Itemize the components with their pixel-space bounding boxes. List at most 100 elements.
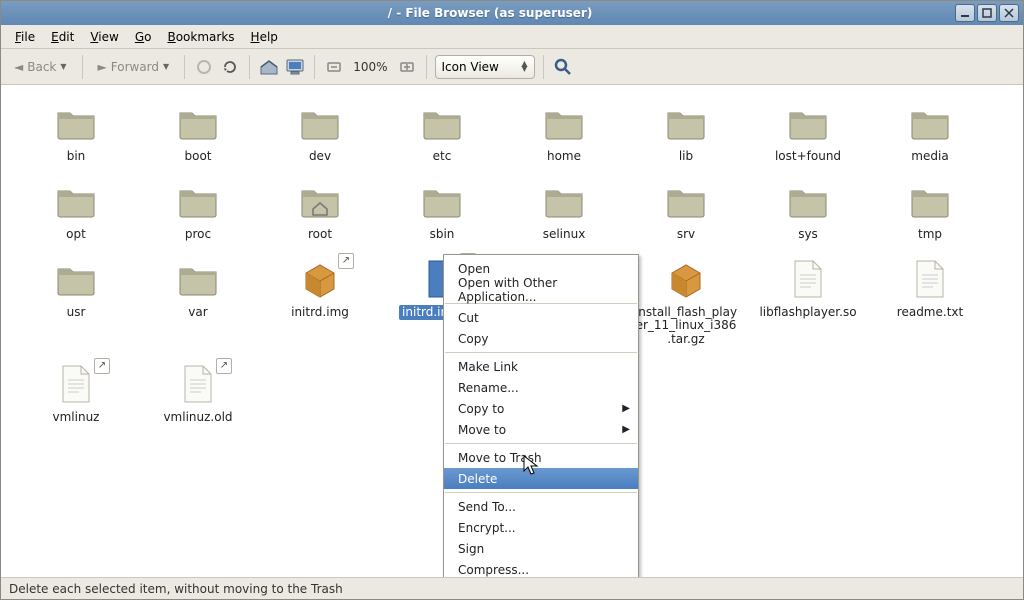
- forward-button[interactable]: ► Forward ▼: [91, 53, 177, 81]
- text-icon: ↗: [52, 360, 100, 408]
- folder-icon: [52, 255, 100, 303]
- cm-copy-to[interactable]: Copy to▶: [444, 398, 638, 419]
- menu-bookmarks[interactable]: Bookmarks: [159, 27, 242, 47]
- computer-button[interactable]: [284, 56, 306, 78]
- file-label: home: [544, 149, 584, 165]
- cm-open-with[interactable]: Open with Other Application...: [444, 279, 638, 300]
- file-label: sbin: [427, 227, 458, 243]
- menu-view[interactable]: View: [82, 27, 126, 47]
- file-item[interactable]: dev: [259, 93, 381, 165]
- file-item[interactable]: proc: [137, 171, 259, 243]
- back-button[interactable]: ◄ Back ▼: [7, 53, 74, 81]
- cm-cut[interactable]: Cut: [444, 307, 638, 328]
- file-item[interactable]: root: [259, 171, 381, 243]
- file-label: selinux: [540, 227, 589, 243]
- file-item[interactable]: libflashplayer.so: [747, 249, 869, 348]
- folder-icon: [784, 177, 832, 225]
- cm-rename[interactable]: Rename...: [444, 377, 638, 398]
- cm-sign[interactable]: Sign: [444, 538, 638, 559]
- minimize-button[interactable]: [955, 4, 975, 22]
- package-icon: [662, 255, 710, 303]
- file-item[interactable]: sys: [747, 171, 869, 243]
- file-item[interactable]: media: [869, 93, 991, 165]
- file-label: bin: [64, 149, 89, 165]
- cm-move-to[interactable]: Move to▶: [444, 419, 638, 440]
- cm-send-to[interactable]: Send To...: [444, 496, 638, 517]
- menu-edit[interactable]: Edit: [43, 27, 82, 47]
- file-item[interactable]: var: [137, 249, 259, 348]
- menu-go[interactable]: Go: [127, 27, 160, 47]
- folder-icon: [662, 177, 710, 225]
- view-mode-select[interactable]: Icon View ▲▼: [435, 55, 535, 79]
- file-label: vmlinuz: [50, 410, 103, 426]
- file-item[interactable]: boot: [137, 93, 259, 165]
- cm-encrypt[interactable]: Encrypt...: [444, 517, 638, 538]
- file-item[interactable]: usr: [15, 249, 137, 348]
- file-label: usr: [64, 305, 89, 321]
- context-menu: Open Open with Other Application... Cut …: [443, 254, 639, 577]
- file-item[interactable]: readme.txt: [869, 249, 991, 348]
- menu-file[interactable]: File: [7, 27, 43, 47]
- menu-help[interactable]: Help: [243, 27, 286, 47]
- file-label: opt: [63, 227, 89, 243]
- text-icon: [784, 255, 832, 303]
- file-item[interactable]: sbin: [381, 171, 503, 243]
- folder-icon: [52, 99, 100, 147]
- text-icon: ↗: [174, 360, 222, 408]
- file-label: initrd.img: [288, 305, 352, 321]
- file-item[interactable]: srv: [625, 171, 747, 243]
- cm-compress[interactable]: Compress...: [444, 559, 638, 577]
- window-controls: [955, 4, 1019, 22]
- folder-icon: [418, 177, 466, 225]
- symlink-emblem-icon: ↗: [338, 253, 354, 269]
- dropdown-icon: ▲▼: [521, 62, 527, 72]
- file-item[interactable]: lost+found: [747, 93, 869, 165]
- menubar: File Edit View Go Bookmarks Help: [1, 25, 1023, 49]
- file-view[interactable]: bin boot dev etc home lib lost+found: [1, 85, 1023, 577]
- file-item[interactable]: lib: [625, 93, 747, 165]
- cm-delete[interactable]: Delete: [444, 468, 638, 489]
- back-label: Back: [27, 60, 56, 74]
- forward-label: Forward: [111, 60, 159, 74]
- symlink-emblem-icon: ↗: [94, 358, 110, 374]
- cm-copy[interactable]: Copy: [444, 328, 638, 349]
- home-button[interactable]: [258, 56, 280, 78]
- file-label: srv: [674, 227, 698, 243]
- file-label: var: [185, 305, 210, 321]
- submenu-arrow-icon: ▶: [622, 403, 630, 414]
- window-title: / - File Browser (as superuser): [25, 6, 955, 20]
- maximize-button[interactable]: [977, 4, 997, 22]
- file-label: lost+found: [772, 149, 844, 165]
- cm-move-to-trash[interactable]: Move to Trash: [444, 447, 638, 468]
- reload-button[interactable]: [219, 56, 241, 78]
- text-icon: [906, 255, 954, 303]
- folder-icon: [540, 177, 588, 225]
- zoom-out-button[interactable]: [323, 56, 345, 78]
- titlebar[interactable]: / - File Browser (as superuser): [1, 1, 1023, 25]
- file-item[interactable]: tmp: [869, 171, 991, 243]
- file-item[interactable]: ↗ initrd.img: [259, 249, 381, 348]
- file-label: dev: [306, 149, 334, 165]
- folder-icon: [296, 99, 344, 147]
- toolbar: ◄ Back ▼ ► Forward ▼ 100% Icon View ▲▼: [1, 49, 1023, 85]
- file-item[interactable]: selinux: [503, 171, 625, 243]
- folder-icon: [906, 99, 954, 147]
- file-label: boot: [181, 149, 214, 165]
- cm-make-link[interactable]: Make Link: [444, 356, 638, 377]
- zoom-in-button[interactable]: [396, 56, 418, 78]
- folder-icon: [418, 99, 466, 147]
- file-item[interactable]: etc: [381, 93, 503, 165]
- file-item[interactable]: install_flash_player_11_linux_i386.tar.g…: [625, 249, 747, 348]
- stop-button[interactable]: [193, 56, 215, 78]
- file-item[interactable]: ↗ vmlinuz: [15, 354, 137, 426]
- file-item[interactable]: ↗vmlinuz.old: [137, 354, 259, 426]
- file-item[interactable]: bin: [15, 93, 137, 165]
- file-item[interactable]: home: [503, 93, 625, 165]
- file-label: sys: [795, 227, 821, 243]
- folder-icon: [662, 99, 710, 147]
- file-item[interactable]: opt: [15, 171, 137, 243]
- forward-arrow-icon: ►: [98, 60, 107, 74]
- file-label: lib: [676, 149, 696, 165]
- search-button[interactable]: [552, 56, 574, 78]
- close-button[interactable]: [999, 4, 1019, 22]
